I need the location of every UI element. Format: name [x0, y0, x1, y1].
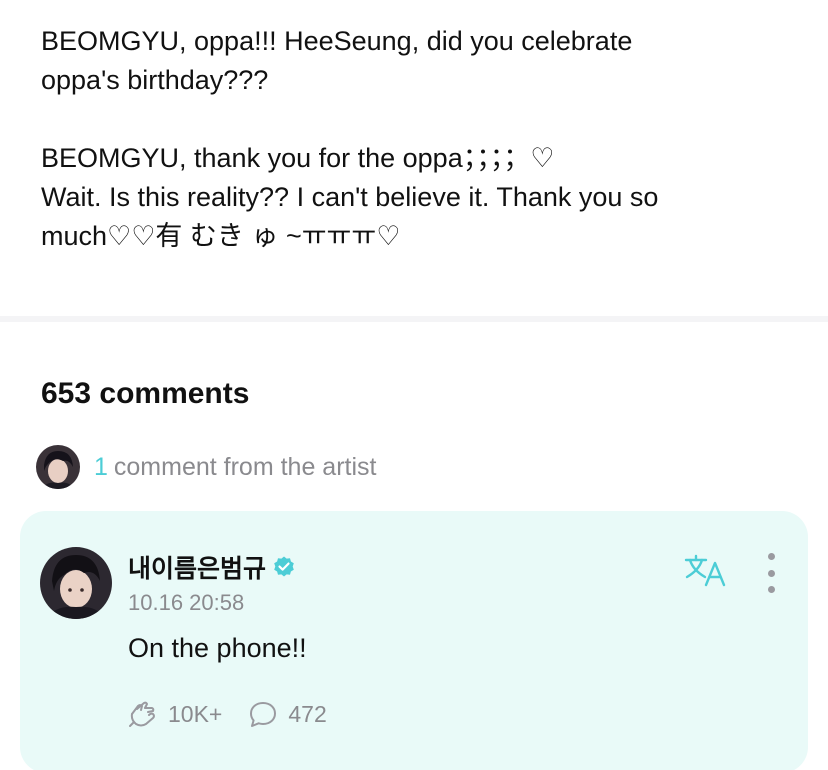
- like-hands-icon: [129, 701, 155, 727]
- more-dot: [767, 553, 775, 560]
- section-divider: [0, 316, 828, 322]
- comment-text: On the phone!!: [128, 633, 307, 663]
- verified-badge-icon: [272, 555, 296, 579]
- more-dot: [767, 569, 775, 577]
- like-count: 10K+: [168, 700, 223, 727]
- author-name[interactable]: 내이름은범규: [128, 549, 266, 585]
- post-paragraph-1: BEOMGYU, oppa!!! HeeSeung, did you celeb…: [41, 26, 633, 95]
- artist-avatar-small: [36, 445, 80, 489]
- comments-count: 653 comments: [41, 377, 250, 410]
- artist-comment-text: comment from the artist: [113, 452, 377, 481]
- post-body: BEOMGYU, oppa!!! HeeSeung, did you celeb…: [41, 22, 801, 256]
- comment-actions: 10K+ 472: [128, 700, 327, 728]
- author-row: 내이름은범규: [128, 549, 296, 585]
- artist-comment-label: 1 comment from the artist: [94, 453, 376, 482]
- reply-button[interactable]: 472: [248, 700, 327, 728]
- artist-comment-count: 1: [94, 452, 108, 481]
- more-dot: [767, 586, 775, 593]
- translate-icon[interactable]: [684, 553, 728, 587]
- artist-comments-filter[interactable]: 1 comment from the artist: [36, 444, 376, 490]
- post-paragraph-2: BEOMGYU, thank you for the oppa；；；；♡ Wai…: [41, 143, 659, 251]
- avatar[interactable]: [40, 547, 112, 619]
- like-button[interactable]: 10K+: [128, 700, 222, 728]
- more-vertical-icon[interactable]: [764, 553, 778, 593]
- reply-bubble-icon: [250, 702, 277, 727]
- reply-count: 472: [288, 700, 327, 727]
- artist-comment-card[interactable]: 내이름은범규 10.16 20:58 On the phone!! 10K+ 4…: [20, 511, 808, 770]
- comment-timestamp: 10.16 20:58: [128, 590, 245, 615]
